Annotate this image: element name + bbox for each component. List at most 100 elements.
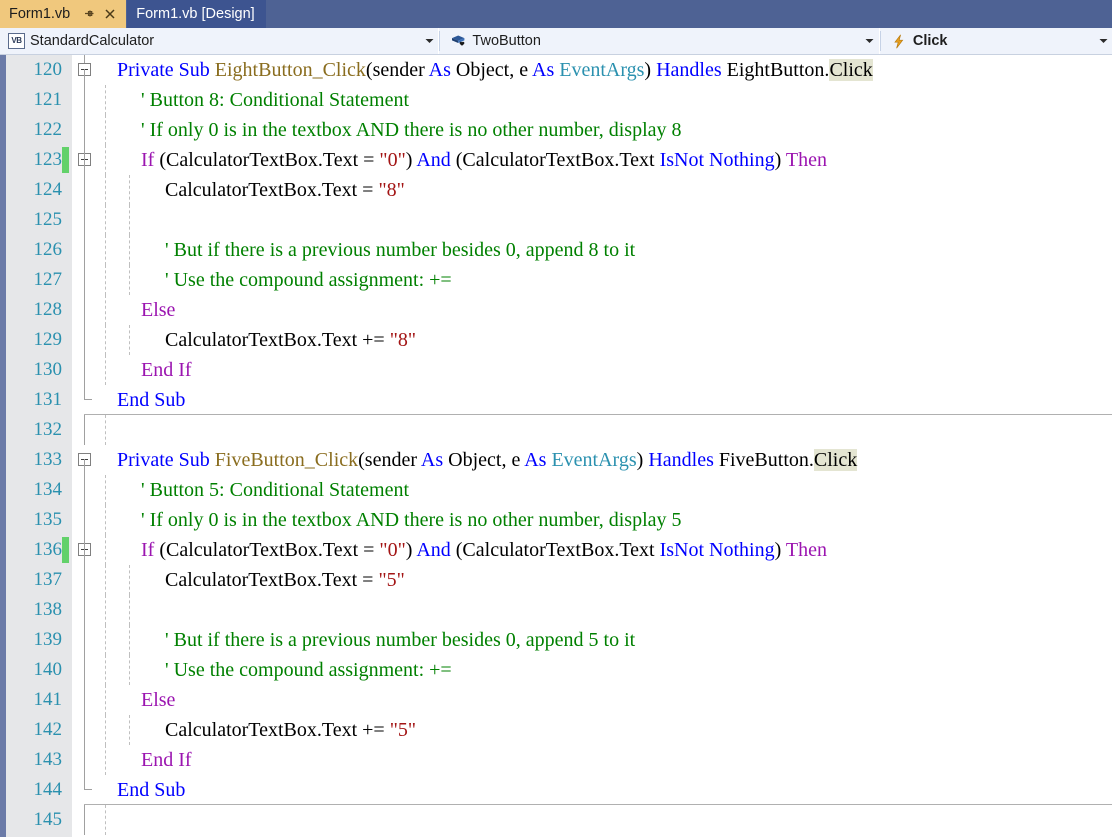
code-line[interactable]: 121 ' Button 8: Conditional Statement xyxy=(34,85,1112,115)
code-line-text: End If xyxy=(141,745,192,775)
code-line-text: ' But if there is a previous number besi… xyxy=(165,625,635,655)
code-token: (CalculatorTextBox.Text = xyxy=(159,539,380,561)
indent-guide xyxy=(105,355,106,385)
code-editor[interactable]: 120 Private Sub EightButton_Click(sender … xyxy=(0,55,1112,837)
line-number: 137 xyxy=(33,569,63,590)
code-line[interactable]: 131 End Sub xyxy=(34,385,1112,415)
code-line-text: End If xyxy=(141,355,192,385)
event-value: Click xyxy=(912,33,948,49)
close-icon[interactable] xyxy=(103,7,117,21)
code-line[interactable]: 135 ' If only 0 is in the textbox AND the… xyxy=(34,505,1112,535)
code-token: End If xyxy=(141,359,192,381)
code-line[interactable]: 132 xyxy=(34,415,1112,445)
code-token: "0" xyxy=(379,539,406,561)
project-type-value: StandardCalculator xyxy=(30,33,155,49)
code-token: CalculatorTextBox.Text += xyxy=(165,719,390,741)
line-number: 121 xyxy=(33,89,63,110)
code-token: And xyxy=(416,539,456,561)
line-number: 142 xyxy=(33,719,63,740)
code-line-text: CalculatorTextBox.Text += "8" xyxy=(165,325,416,355)
line-number: 122 xyxy=(33,119,63,140)
fold-region-end-marker xyxy=(84,789,92,790)
code-text-surface[interactable]: 120 Private Sub EightButton_Click(sender … xyxy=(34,55,1112,837)
event-dropdown[interactable]: Click xyxy=(880,28,1112,54)
code-navigation-bar: VB StandardCalculator TwoButton Click xyxy=(0,28,1112,55)
indent-guide xyxy=(129,235,130,265)
line-number: 143 xyxy=(33,749,63,770)
chevron-down-icon[interactable] xyxy=(861,38,879,44)
code-line-text: End Sub xyxy=(117,385,185,415)
code-line[interactable]: 141 Else xyxy=(34,685,1112,715)
code-line[interactable]: 143 End If xyxy=(34,745,1112,775)
code-line[interactable]: 124 CalculatorTextBox.Text = "8" xyxy=(34,175,1112,205)
code-token: As xyxy=(428,59,456,81)
chevron-down-icon[interactable] xyxy=(420,38,438,44)
code-token: Object xyxy=(455,59,510,81)
code-token: (CalculatorTextBox.Text xyxy=(455,539,660,561)
code-token: "5" xyxy=(389,719,417,741)
code-token: IsNot Nothing xyxy=(659,539,775,561)
code-line[interactable]: 133 Private Sub FiveButton_Click(sender A… xyxy=(34,445,1112,475)
unsaved-change-bar xyxy=(62,537,69,563)
code-line[interactable]: 134 ' Button 5: Conditional Statement xyxy=(34,475,1112,505)
tab-form1-vb-label: Form1.vb xyxy=(9,6,71,22)
code-token: "8" xyxy=(378,179,405,201)
code-token: ) xyxy=(636,449,649,471)
code-line[interactable]: 144 End Sub xyxy=(34,775,1112,805)
indent-guide xyxy=(105,235,106,265)
line-number: 128 xyxy=(33,299,63,320)
chevron-down-icon[interactable] xyxy=(1094,38,1112,44)
vb-file-icon: VB xyxy=(8,33,25,49)
code-line[interactable]: 138 xyxy=(34,595,1112,625)
fold-region-line xyxy=(84,159,85,369)
code-line-text: Private Sub FiveButton_Click(sender As O… xyxy=(117,445,858,475)
line-number: 132 xyxy=(33,419,63,440)
code-token: End Sub xyxy=(117,389,186,411)
line-number: 130 xyxy=(33,359,63,380)
fold-region-line xyxy=(84,805,85,835)
indent-guide xyxy=(129,265,130,295)
tab-form1-vb[interactable]: Form1.vb xyxy=(0,0,127,28)
code-line[interactable]: 126 ' But if there is a previous number b… xyxy=(34,235,1112,265)
code-line[interactable]: 123 If (CalculatorTextBox.Text = "0") And… xyxy=(34,145,1112,175)
indent-guide xyxy=(105,265,106,295)
member-dropdown[interactable]: TwoButton xyxy=(440,28,880,54)
indent-guide xyxy=(105,85,106,115)
indent-guide xyxy=(105,115,106,145)
line-number: 126 xyxy=(33,239,63,260)
indent-guide xyxy=(105,625,106,655)
code-token: Object xyxy=(448,449,502,471)
code-token: End If xyxy=(141,749,192,771)
code-line[interactable]: 136 If (CalculatorTextBox.Text = "0") And… xyxy=(34,535,1112,565)
line-number: 145 xyxy=(33,809,63,830)
indent-guide xyxy=(105,295,106,325)
code-line[interactable]: 142 CalculatorTextBox.Text += "5" xyxy=(34,715,1112,745)
code-line[interactable]: 128 Else xyxy=(34,295,1112,325)
code-line[interactable]: 137 CalculatorTextBox.Text = "5" xyxy=(34,565,1112,595)
code-line[interactable]: 125 xyxy=(34,205,1112,235)
member-value: TwoButton xyxy=(472,33,541,49)
code-line[interactable]: 129 CalculatorTextBox.Text += "8" xyxy=(34,325,1112,355)
project-type-dropdown[interactable]: VB StandardCalculator xyxy=(0,28,440,54)
code-token: ' Use the compound assignment: += xyxy=(165,659,452,681)
code-token: ' But if there is a previous number besi… xyxy=(165,239,636,261)
code-line-text: Else xyxy=(141,685,175,715)
code-token: Handles xyxy=(656,59,727,81)
indent-guide xyxy=(105,475,106,505)
code-line[interactable]: 145 xyxy=(34,805,1112,835)
line-number: 124 xyxy=(33,179,63,200)
code-line-text: ' Button 8: Conditional Statement xyxy=(141,85,409,115)
code-line[interactable]: 120 Private Sub EightButton_Click(sender … xyxy=(34,55,1112,85)
code-line[interactable]: 130 End If xyxy=(34,355,1112,385)
pin-icon[interactable] xyxy=(82,7,96,21)
code-line[interactable]: 139 ' But if there is a previous number b… xyxy=(34,625,1112,655)
tab-form1-vb-design[interactable]: Form1.vb [Design] xyxy=(126,0,266,28)
code-token: , e xyxy=(501,449,525,471)
code-line[interactable]: 122 ' If only 0 is in the textbox AND the… xyxy=(34,115,1112,145)
code-token: ) xyxy=(774,539,786,561)
line-number: 144 xyxy=(33,779,63,800)
code-token: Click xyxy=(813,449,858,471)
code-token: As xyxy=(532,59,560,81)
code-line[interactable]: 140 ' Use the compound assignment: += xyxy=(34,655,1112,685)
code-line[interactable]: 127 ' Use the compound assignment: += xyxy=(34,265,1112,295)
